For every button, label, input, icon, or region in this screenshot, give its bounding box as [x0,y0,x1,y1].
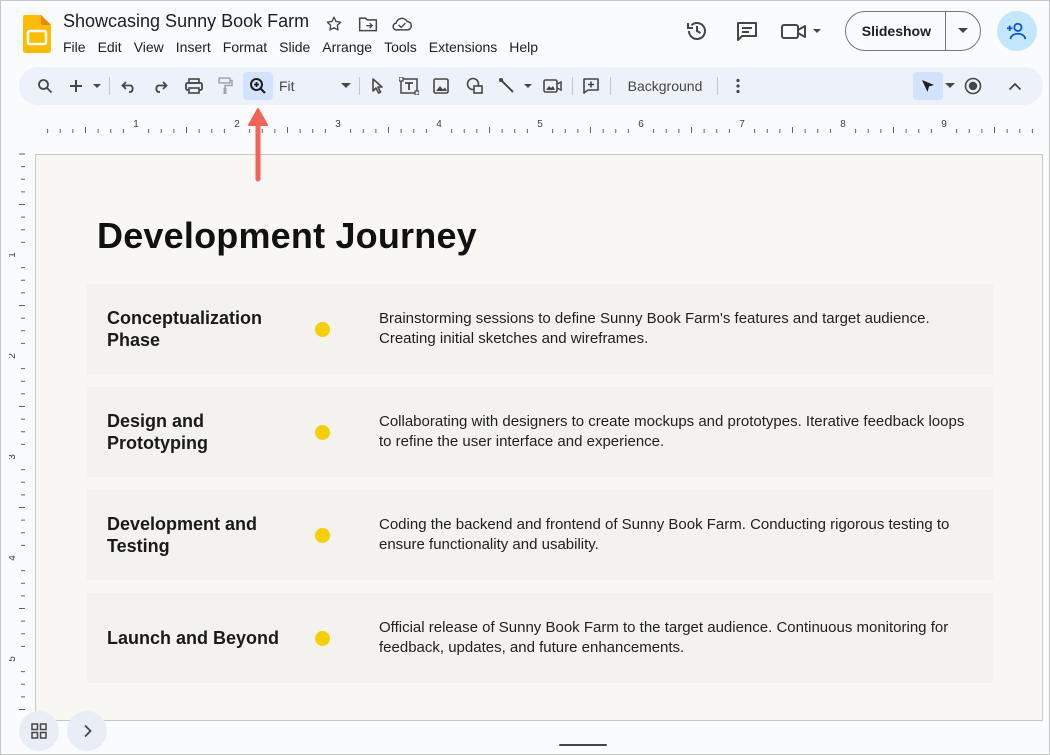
version-history-icon[interactable] [677,11,717,51]
menu-file[interactable]: File [57,38,92,56]
document-title[interactable]: Showcasing Sunny Book Farm [63,11,309,32]
ruler-number: 5 [9,656,18,662]
slideshow-button-group: Slideshow [844,11,981,51]
phase-name: Launch and Beyond [107,628,280,648]
menu-insert[interactable]: Insert [170,38,217,56]
toolbar: Fit Background [19,67,1043,105]
menu-tools[interactable]: Tools [378,38,423,56]
select-cursor-icon[interactable] [366,74,390,98]
new-slide-icon[interactable] [67,74,103,98]
grid-view-icon[interactable] [19,711,59,751]
phase-name: Conceptualization Phase [107,308,263,350]
ruler-number: 3 [335,119,341,130]
record-icon[interactable] [961,74,985,98]
app-window: Showcasing Sunny Book Farm File Edit Vie… [0,0,1050,755]
line-tool-icon[interactable] [496,74,536,98]
cloud-status-icon[interactable] [391,13,413,35]
slideshow-button[interactable]: Slideshow [846,12,946,50]
phase-dot [315,425,330,440]
ruler-number: 1 [9,252,18,258]
move-folder-icon[interactable] [357,13,379,35]
vertical-ruler[interactable]: 1 2 3 4 5 [7,133,25,713]
menu-bar: File Edit View Insert Format Slide Arran… [57,38,544,56]
slideshow-dropdown-icon[interactable] [946,27,980,35]
share-add-person-icon[interactable] [997,11,1037,51]
collapse-toolbar-icon[interactable] [1003,74,1027,98]
insert-video-icon[interactable] [541,74,565,98]
insert-image-icon[interactable] [429,74,453,98]
phase-dot [315,631,330,646]
ruler-number: 1 [133,119,139,130]
slide-title[interactable]: Development Journey [97,215,477,257]
ruler-number: 6 [638,119,644,130]
menu-extensions[interactable]: Extensions [423,38,503,56]
slides-logo-icon[interactable] [23,15,51,53]
phase-description: Brainstorming sessions to define Sunny B… [379,310,930,347]
star-icon[interactable] [323,13,345,35]
ruler-number: 8 [840,119,846,130]
pointer-mode-dropdown-icon[interactable] [944,74,956,98]
phase-description: Collaborating with designers to create m… [379,413,965,450]
ruler-number: 9 [941,119,947,130]
ruler-number: 5 [537,119,543,130]
undo-icon[interactable] [117,74,141,98]
ruler-number: 7 [739,119,745,130]
speaker-notes-drag-handle[interactable] [559,744,607,746]
ruler-number: 3 [9,454,18,460]
zoom-dropdown-icon [341,83,351,89]
phase-card[interactable]: Development and Testing Coding the backe… [87,490,993,580]
phase-dot [315,322,330,337]
more-options-icon[interactable] [726,74,750,98]
phase-description: Coding the backend and frontend of Sunny… [379,516,950,553]
comments-icon[interactable] [727,11,767,51]
phase-description: Official release of Sunny Book Farm to t… [379,619,949,656]
redo-icon[interactable] [148,74,172,98]
phase-card[interactable]: Design and Prototyping Collaborating wit… [87,387,993,477]
ruler-number: 4 [9,555,18,561]
menu-arrange[interactable]: Arrange [316,38,378,56]
zoom-select[interactable]: Fit [279,74,351,98]
phase-name: Design and Prototyping [107,411,208,453]
menu-view[interactable]: View [128,38,170,56]
expand-filmstrip-icon[interactable] [67,711,107,751]
ruler-number: 4 [436,119,442,130]
phase-name: Development and Testing [107,514,258,556]
menu-format[interactable]: Format [217,38,273,56]
background-label: Background [627,78,703,94]
search-menus-icon[interactable] [33,74,57,98]
menu-edit[interactable]: Edit [92,38,128,56]
phase-dot [315,528,330,543]
ruler-number: 2 [234,119,240,130]
zoom-icon[interactable] [243,72,273,100]
menu-help[interactable]: Help [503,38,544,56]
annotation-arrow-icon [247,103,269,183]
add-comment-icon[interactable] [579,74,603,98]
zoom-value: Fit [279,78,295,94]
shape-icon[interactable] [463,74,487,98]
phase-card[interactable]: Launch and Beyond Official release of Su… [87,593,993,683]
background-button[interactable]: Background [619,74,711,98]
paint-format-icon[interactable] [213,74,237,98]
horizontal-ruler[interactable]: 1 2 3 4 5 6 7 8 9 [35,113,1045,133]
menu-slide[interactable]: Slide [273,38,316,56]
pointer-mode-icon[interactable] [913,72,943,100]
slide-canvas[interactable]: Development Journey Conceptualization Ph… [35,154,1043,721]
ruler-number: 2 [9,353,18,359]
phase-card[interactable]: Conceptualization Phase Brainstorming se… [87,284,993,374]
text-box-icon[interactable] [397,74,421,98]
print-icon[interactable] [182,74,206,98]
meet-video-icon[interactable] [777,11,829,51]
